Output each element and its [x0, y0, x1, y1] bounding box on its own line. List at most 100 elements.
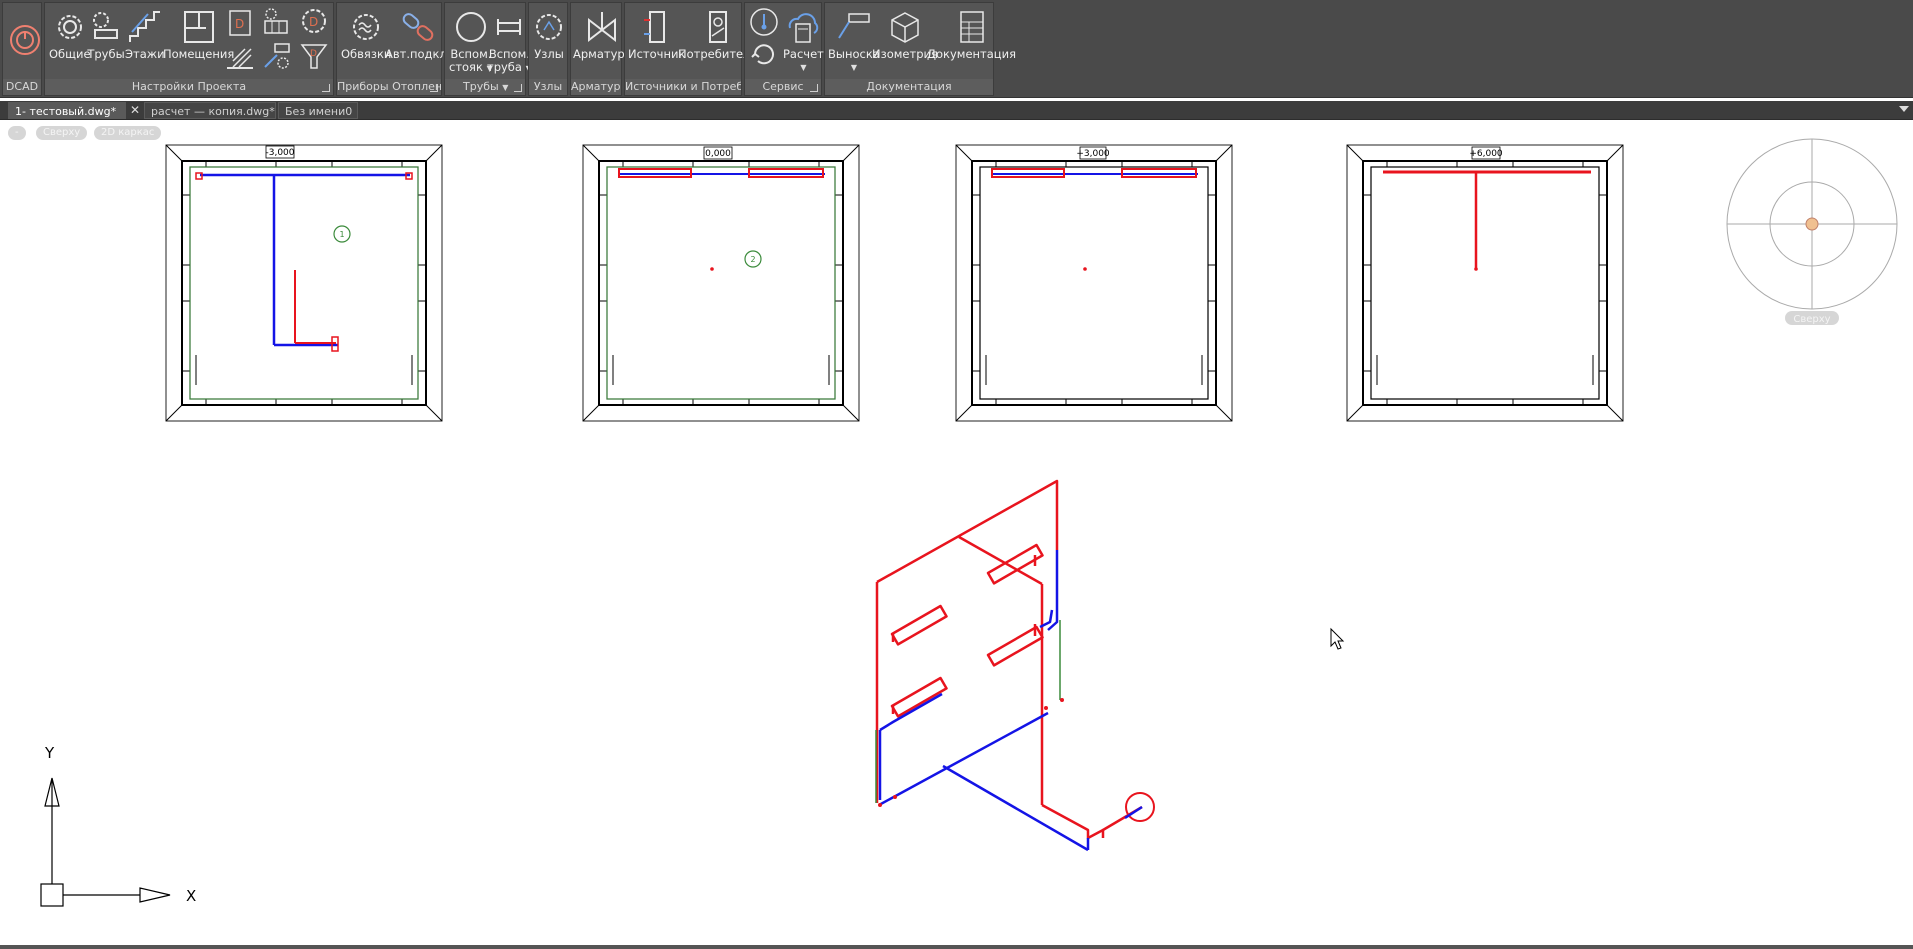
binding-gear-icon	[353, 14, 380, 40]
tab-list-dropdown-icon[interactable]	[1899, 106, 1909, 112]
floors-settings-label: Этажи	[125, 47, 165, 61]
thermometer-icon[interactable]	[749, 7, 779, 37]
viewcube-compass[interactable]: Сверху	[1726, 138, 1898, 325]
document-table-icon	[959, 11, 984, 43]
close-icon[interactable]: ✕	[128, 102, 142, 119]
cube-icon	[891, 12, 919, 43]
pipes-settings-button[interactable]: Трубы	[87, 8, 125, 61]
panel-title-sources: Источники и Потребите...	[625, 79, 741, 95]
rooms-settings-button[interactable]: Помещения	[163, 8, 234, 61]
panel-sources: Источник Потребитель Источники и Потреби…	[624, 2, 757, 96]
connection-gear-icon[interactable]	[261, 41, 291, 71]
grid-gear-icon[interactable]	[261, 6, 291, 36]
tab-document-2[interactable]: расчет — копия.dwg*	[144, 102, 276, 119]
bindings-label: Обвязки	[341, 47, 392, 61]
auto-connect-button[interactable]: Авт.подкл.	[385, 8, 450, 61]
panel-expand-icon[interactable]	[322, 84, 330, 92]
ucs-x-label: X	[186, 887, 196, 905]
documentation-label: Документация	[927, 47, 1017, 61]
panel-pipes: Вспом. стояк ▼ Вспом. труба ▼ Трубы ▼	[444, 2, 532, 96]
fittings-label: Арматура	[573, 47, 632, 61]
node-gear-icon	[536, 14, 562, 40]
auto-connect-label: Авт.подкл.	[385, 47, 451, 61]
ribbon-toolbar: DCAD Общие Трубы Этажи Помещения D D D Н…	[0, 0, 1913, 98]
source-button[interactable]: Источник	[628, 8, 685, 61]
pipes-settings-label: Трубы	[87, 47, 125, 61]
documentation-button[interactable]: Документация	[927, 8, 1016, 61]
dropdown-arrow-icon[interactable]: ▼	[502, 83, 508, 92]
pipe-segment-icon	[497, 19, 522, 35]
general-settings-button[interactable]: Общие	[49, 8, 91, 61]
consumer-icon	[708, 11, 727, 43]
panel-title-project-settings: Настройки Проекта	[45, 79, 333, 95]
room-marker: 2	[750, 255, 755, 264]
panel-fittings: Арматура Арматура	[570, 2, 632, 96]
panel-expand-icon[interactable]	[430, 84, 438, 92]
aux-pipe-button[interactable]: Вспом. труба ▼	[487, 8, 532, 75]
viewcube-label: Сверху	[1793, 314, 1830, 325]
link-icon	[402, 13, 434, 41]
source-icon	[643, 11, 665, 43]
isometric-heating-scheme[interactable]	[875, 479, 1155, 852]
ucs-y-label: Y	[44, 744, 55, 762]
gear-d-icon[interactable]: D	[299, 6, 329, 36]
tab-document-1[interactable]: 1- тестовый.dwg*	[8, 102, 126, 119]
room-marker: 1	[339, 230, 344, 239]
general-settings-label: Общие	[49, 47, 91, 61]
level-label: 0,000	[705, 149, 731, 159]
panel-expand-icon[interactable]	[810, 84, 818, 92]
panel-title-dcad: DCAD	[3, 79, 41, 95]
source-label: Источник	[628, 47, 686, 61]
floor-plan-level-1[interactable]: -3,000 1	[165, 144, 443, 422]
aux-riser-label-2: стояк	[449, 60, 483, 74]
dropdown-arrow-icon[interactable]: ▼	[800, 61, 806, 74]
pipe-gear-icon	[93, 12, 118, 39]
floors-settings-button[interactable]: Этажи	[125, 8, 165, 61]
ucs-axes-icon: Y X	[40, 744, 196, 907]
floorplan-icon	[183, 11, 214, 43]
circle-riser-icon	[455, 12, 486, 42]
panel-title-documentation: Документация	[825, 79, 993, 95]
panel-documentation: Выноска ▼ Изометрия Документация Докумен…	[824, 2, 1016, 96]
nodes-label: Узлы	[534, 47, 564, 61]
fittings-button[interactable]: Арматура	[573, 8, 632, 61]
status-bar-edge	[0, 945, 1913, 949]
cloud-calculator-icon	[789, 13, 819, 43]
document-tab-bar: 1- тестовый.dwg* ✕ расчет — копия.dwg* Б…	[0, 101, 1913, 120]
filter-d-icon[interactable]: D	[299, 41, 329, 71]
panel-title-nodes: Узлы	[529, 79, 567, 95]
hatch-icon[interactable]	[225, 41, 255, 71]
pipes-title-text: Трубы	[463, 80, 499, 93]
panel-dcad: DCAD	[2, 2, 42, 96]
bindings-button[interactable]: Обвязки	[341, 8, 391, 61]
level-label: +6,000	[1469, 149, 1503, 159]
dropdown-arrow-icon[interactable]: ▼	[851, 61, 857, 74]
mouse-cursor-icon	[1330, 627, 1345, 650]
template-d-icon[interactable]: D	[225, 8, 255, 38]
floor-plan-level-3[interactable]: +3,000	[955, 144, 1233, 422]
tab-document-3[interactable]: Без имени0	[278, 102, 358, 119]
valve-icon	[588, 12, 617, 43]
panel-service: Расчет ▼ Сервис	[744, 2, 824, 96]
cad-application: { "ribbon": { "dcad": { "title": "DCAD" …	[0, 0, 1913, 949]
rooms-settings-label: Помещения	[163, 47, 235, 61]
refresh-icon[interactable]	[749, 39, 779, 69]
svg-text:D: D	[309, 15, 318, 29]
panel-title-pipes: Трубы ▼	[445, 79, 525, 95]
calculation-label: Расчет	[783, 47, 824, 61]
panel-project-settings: Общие Трубы Этажи Помещения D D D Настро…	[44, 2, 334, 96]
floor-plan-level-2[interactable]: 0,000 2	[582, 144, 860, 422]
power-icon	[10, 25, 40, 55]
svg-text:D: D	[310, 49, 317, 59]
gear-icon	[57, 15, 82, 39]
panel-expand-icon[interactable]	[514, 84, 522, 92]
panel-heating-devices: Обвязки Авт.подкл. Приборы Отоплен...	[336, 2, 450, 96]
nodes-button[interactable]: Узлы	[530, 8, 568, 61]
floor-plan-level-4[interactable]: +6,000	[1346, 144, 1624, 422]
aux-pipe-label-2: труба	[487, 60, 522, 74]
drawing-canvas[interactable]: -3,000 1 0,000 2 +3,000 +6,000 Сверху Y …	[0, 121, 1913, 947]
leader-icon	[838, 13, 870, 39]
svg-text:D: D	[235, 17, 244, 31]
dcad-power-button[interactable]	[6, 21, 44, 59]
calculation-button[interactable]: Расчет ▼	[783, 8, 824, 74]
